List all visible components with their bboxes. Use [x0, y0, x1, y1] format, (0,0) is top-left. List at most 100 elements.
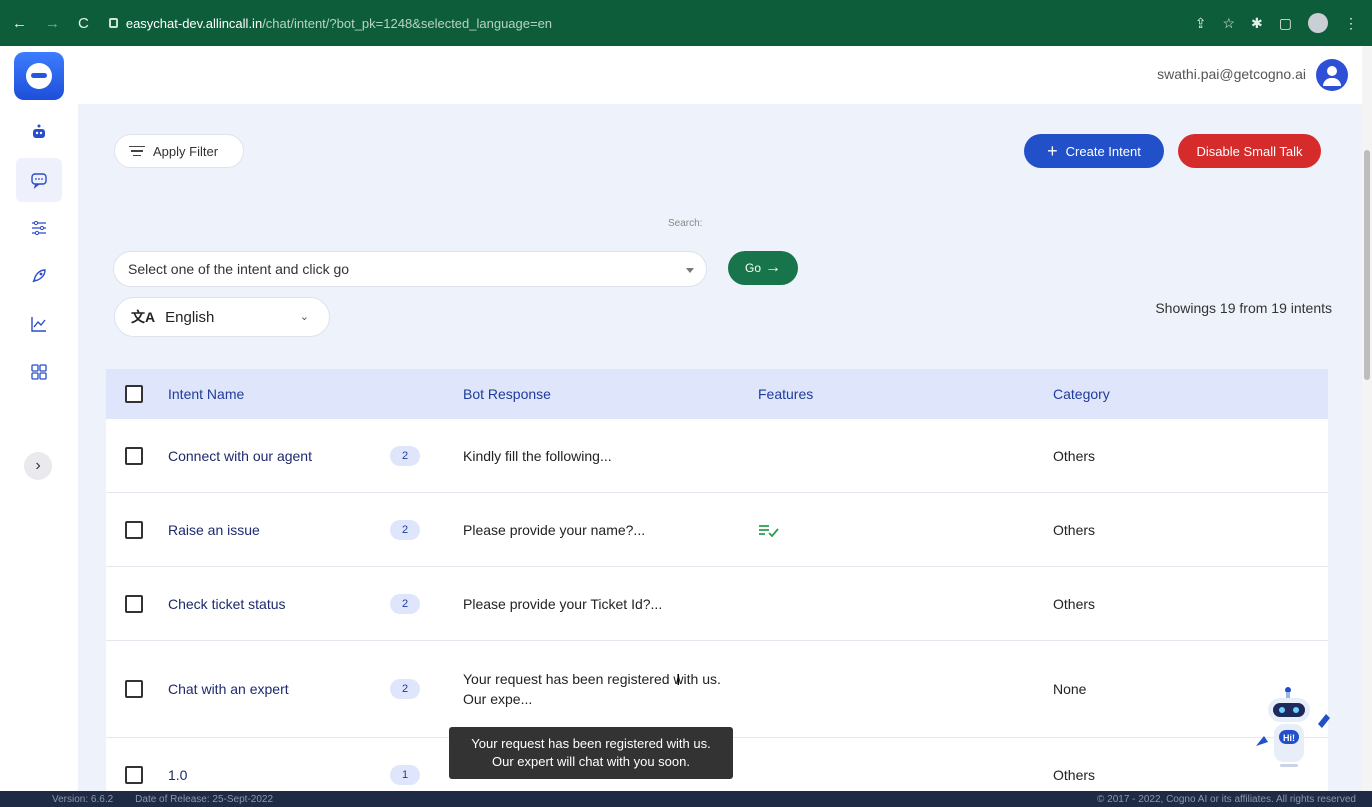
header-intent-name[interactable]: Intent Name: [168, 386, 244, 402]
tooltip-line-2: Our expert will chat with you soon.: [492, 754, 690, 769]
intent-name-link[interactable]: Chat with an expert: [168, 681, 289, 697]
sidebar-item-apps[interactable]: [16, 350, 62, 394]
svg-text:Hi!: Hi!: [1283, 733, 1295, 743]
apply-filter-button[interactable]: Apply Filter: [114, 134, 244, 168]
intent-count: Showings 19 from 19 intents: [1155, 300, 1332, 316]
scrollbar-thumb[interactable]: [1364, 150, 1370, 380]
filter-icon: [129, 143, 145, 160]
bot-response-text: Kindly fill the following...: [463, 447, 612, 464]
form-check-icon: [759, 524, 779, 537]
go-button[interactable]: Go →: [728, 251, 798, 285]
intent-name-link[interactable]: Connect with our agent: [168, 448, 312, 464]
bot-response-text: Please provide your Ticket Id?...: [463, 595, 663, 612]
footer-copyright: © 2017 - 2022, Cogno AI or its affiliate…: [1097, 793, 1356, 805]
bot-response-text: Your request has been registered with us…: [463, 671, 721, 707]
category-text: None: [1053, 681, 1087, 697]
table-row[interactable]: Connect with our agent 2 Kindly fill the…: [106, 419, 1328, 493]
address-bar[interactable]: easychat-dev.allincall.in /chat/intent/?…: [108, 15, 553, 31]
sidebar-item-settings[interactable]: [16, 206, 62, 250]
chatbot-widget-icon[interactable]: Hi!: [1246, 684, 1338, 784]
header-features: Features: [758, 386, 814, 402]
sidebar-item-analytics[interactable]: [16, 302, 62, 346]
chart-icon: [31, 317, 46, 332]
browser-actions: ⇪ ☆ ✱ ▢ ⋮: [1195, 13, 1358, 33]
robot-icon: [33, 124, 45, 138]
bot-response-text: Please provide your name?...: [463, 521, 646, 538]
search-label: Search:: [668, 218, 703, 229]
variation-count-badge: 2: [390, 519, 420, 540]
browser-toolbar: ← → C easychat-dev.allincall.in /chat/in…: [0, 0, 1372, 46]
app-logo[interactable]: [14, 52, 64, 100]
disable-small-talk-button[interactable]: Disable Small Talk: [1178, 134, 1321, 168]
create-intent-button[interactable]: + Create Intent: [1024, 134, 1164, 168]
star-icon[interactable]: ☆: [1222, 15, 1235, 32]
table-header: Intent Name Bot Response Features Catego…: [106, 369, 1328, 419]
variation-count-badge: 2: [390, 593, 420, 614]
category-text: Others: [1053, 447, 1096, 464]
variation-count-badge: 1: [390, 764, 420, 785]
footer-release-date: Date of Release: 25-Sept-2022: [135, 793, 274, 805]
forward-icon[interactable]: →: [45, 15, 60, 32]
rocket-icon: [32, 269, 46, 283]
sidebar: ›: [0, 104, 78, 791]
sidebar-item-deploy[interactable]: [16, 254, 62, 298]
select-all-checkbox[interactable]: [125, 385, 143, 403]
sidebar-item-bots[interactable]: [16, 110, 62, 154]
intent-name-link[interactable]: Check ticket status: [168, 596, 286, 612]
row-checkbox[interactable]: [125, 765, 143, 784]
table-row[interactable]: Raise an issue 2 Please provide your nam…: [106, 493, 1328, 567]
reload-icon[interactable]: C: [78, 15, 89, 32]
language-selected: English: [165, 308, 215, 326]
browser-nav: ← → C: [12, 15, 89, 32]
footer-version: Version: 6.6.2: [52, 793, 114, 805]
apply-filter-label: Apply Filter: [153, 143, 219, 159]
translate-icon: 文A: [131, 309, 156, 325]
row-checkbox[interactable]: [125, 680, 143, 698]
header-category[interactable]: Category: [1053, 386, 1110, 402]
language-select[interactable]: 文A English ⌄: [114, 297, 330, 337]
menu-icon[interactable]: ⋮: [1344, 15, 1358, 32]
profile-avatar[interactable]: [1308, 13, 1328, 33]
go-label: Go: [744, 261, 761, 275]
extensions-icon[interactable]: ✱: [1251, 15, 1263, 32]
chevron-right-icon: ›: [35, 457, 41, 474]
chat-icon: [31, 173, 47, 189]
row-checkbox[interactable]: [125, 594, 143, 613]
sidepanel-icon[interactable]: ▢: [1279, 15, 1292, 32]
url-path: /chat/intent/?bot_pk=1248&selected_langu…: [262, 15, 553, 31]
create-intent-label: Create Intent: [1065, 143, 1141, 159]
main-content: Apply Filter + Create Intent Disable Sma…: [78, 104, 1362, 807]
scrollbar[interactable]: [1362, 46, 1372, 791]
variation-count-badge: 2: [390, 445, 420, 466]
back-icon[interactable]: ←: [12, 15, 27, 32]
user-avatar-icon[interactable]: [1316, 59, 1348, 91]
response-tooltip: Your request has been registered with us…: [449, 727, 733, 779]
intent-name-link[interactable]: 1.0: [168, 767, 187, 783]
category-text: Others: [1053, 766, 1096, 783]
row-checkbox[interactable]: [125, 446, 143, 465]
app-header: swathi.pai@getcogno.ai: [0, 46, 1362, 104]
category-text: Others: [1053, 521, 1096, 538]
footer: Version: 6.6.2 Date of Release: 25-Sept-…: [0, 791, 1372, 807]
header-bot-response: Bot Response: [463, 386, 551, 402]
chevron-down-icon: ⌄: [299, 311, 309, 323]
arrow-right-icon: →: [765, 259, 781, 276]
row-checkbox[interactable]: [125, 520, 143, 539]
text-cursor-icon: I: [676, 672, 681, 689]
share-icon[interactable]: ⇪: [1195, 15, 1207, 32]
table-row[interactable]: Check ticket status 2 Please provide you…: [106, 567, 1328, 641]
sliders-icon: [32, 220, 46, 236]
intent-name-link[interactable]: Raise an issue: [168, 522, 260, 538]
variation-count-badge: 2: [390, 679, 420, 699]
sidebar-expand-button[interactable]: ›: [24, 452, 52, 480]
tooltip-line-1: Your request has been registered with us…: [471, 736, 711, 751]
intent-select-placeholder: Select one of the intent and click go: [128, 261, 350, 277]
url-host: easychat-dev.allincall.in: [125, 15, 263, 31]
lock-icon: [108, 18, 118, 28]
plus-icon: +: [1047, 141, 1058, 161]
table-row[interactable]: Chat with an expert 2 Your request has b…: [106, 641, 1328, 738]
sidebar-item-intents[interactable]: [16, 158, 62, 202]
grid-icon: [31, 364, 47, 380]
intent-select[interactable]: Select one of the intent and click go: [113, 251, 707, 287]
caret-down-icon: [686, 268, 694, 273]
